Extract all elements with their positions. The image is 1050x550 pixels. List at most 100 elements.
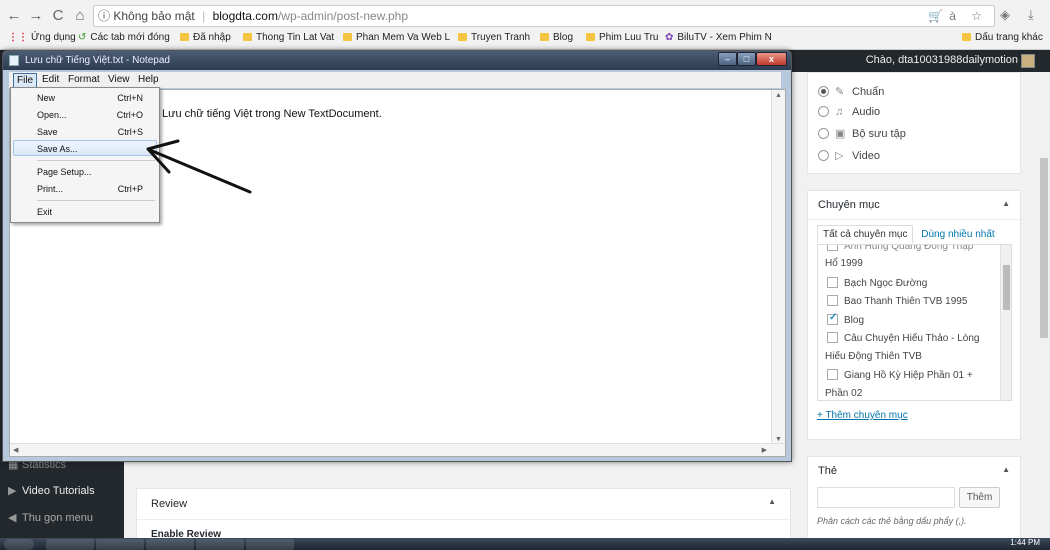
- vertical-scrollbar[interactable]: ▲ ▼: [771, 90, 785, 445]
- format-option-video[interactable]: ▷ Video: [818, 149, 880, 162]
- taskbar-app[interactable]: [146, 539, 194, 550]
- scroll-thumb[interactable]: [1003, 265, 1010, 310]
- tags-title[interactable]: Thẻ ▲: [808, 457, 1020, 485]
- maximize-button[interactable]: □: [737, 52, 756, 66]
- review-title[interactable]: Review ▲: [137, 489, 790, 520]
- bookmark-blog[interactable]: Blog: [540, 32, 573, 43]
- bookmark-apps[interactable]: ⋮⋮ Ứng dụng: [8, 32, 76, 43]
- gallery-icon: ▣: [835, 128, 846, 140]
- menu-file[interactable]: File: [13, 73, 38, 88]
- scroll-left-icon[interactable]: ◀: [13, 446, 18, 454]
- taskbar-app[interactable]: [46, 539, 94, 550]
- category-item[interactable]: Bao Thanh Thiên TVB 1995: [827, 295, 967, 307]
- category-checklist[interactable]: Anh Hùng Quảng Đông Thập Hổ 1999 Bạch Ng…: [817, 244, 1012, 401]
- category-item[interactable]: Anh Hùng Quảng Đông Thập: [827, 245, 973, 252]
- category-item-blog[interactable]: Blog: [827, 312, 864, 326]
- bookmark-recent-tabs[interactable]: ↺ Các tab mới đóng: [78, 32, 170, 43]
- checkbox[interactable]: [827, 295, 838, 306]
- menu-format[interactable]: Format: [65, 73, 103, 86]
- avatar[interactable]: [1021, 54, 1035, 68]
- notepad-titlebar[interactable]: Lưu chữ Tiếng Việt.txt - Notepad ‒ □ x: [3, 51, 791, 70]
- categories-title[interactable]: Chuyên mục ▲: [808, 191, 1020, 220]
- scroll-up-icon[interactable]: ▲: [772, 92, 785, 99]
- reload-icon[interactable]: C: [48, 6, 68, 26]
- add-tag-button[interactable]: Thêm: [959, 487, 1000, 508]
- format-option-standard[interactable]: ✎ Chuẩn: [818, 85, 884, 98]
- format-option-gallery[interactable]: ▣ Bộ sưu tập: [818, 127, 906, 140]
- checkbox[interactable]: [827, 332, 838, 343]
- menu-item-save[interactable]: Save Ctrl+S: [13, 124, 157, 140]
- horizontal-scrollbar[interactable]: ◀ ▶: [10, 443, 785, 456]
- bookmark-phim-luu-tru[interactable]: Phim Luu Tru: [586, 32, 658, 43]
- video-icon: ▷: [835, 150, 844, 162]
- bookmark-phan-mem[interactable]: Phan Mem Va Web L: [343, 32, 450, 43]
- tag-input[interactable]: [817, 487, 955, 508]
- menu-edit[interactable]: Edit: [39, 73, 62, 86]
- toggle-up-icon[interactable]: ▲: [1002, 465, 1010, 474]
- start-button[interactable]: [4, 539, 34, 550]
- bookmark-thong-tin[interactable]: Thong Tin Lat Vat: [243, 32, 334, 43]
- menu-item-new[interactable]: New Ctrl+N: [13, 90, 157, 106]
- folder-icon: [243, 33, 252, 41]
- shield-icon[interactable]: ◈: [1000, 7, 1010, 23]
- menu-item-exit[interactable]: Exit: [13, 204, 157, 220]
- windows-taskbar: 1:44 PM: [0, 538, 1050, 550]
- omnibox-icons[interactable]: 🛒à ☆: [928, 6, 988, 26]
- bookmark-bilutv[interactable]: ✿ BiluTV - Xem Phim N: [665, 32, 772, 43]
- format-option-audio[interactable]: ♫ Audio: [818, 106, 880, 118]
- folder-icon: [962, 33, 971, 41]
- music-icon: ♫: [835, 106, 844, 118]
- apps-icon: ⋮⋮: [8, 32, 28, 43]
- category-item[interactable]: Bạch Ngọc Đường: [827, 277, 927, 289]
- checkbox[interactable]: [827, 369, 838, 380]
- address-bar[interactable]: ⓘ Không bảo mật | blogdta.com/wp-admin/p…: [93, 5, 995, 27]
- back-icon[interactable]: ←: [4, 6, 24, 26]
- radio-button[interactable]: [818, 86, 829, 97]
- menu-item-print[interactable]: Print... Ctrl+P: [13, 181, 157, 197]
- checkbox[interactable]: [827, 277, 838, 288]
- menu-view[interactable]: View: [105, 73, 133, 86]
- category-item[interactable]: Câu Chuyện Hiếu Thảo - Lòng: [827, 332, 979, 344]
- radio-button[interactable]: [818, 128, 829, 139]
- toggle-up-icon[interactable]: ▲: [768, 497, 776, 506]
- menu-item-video-tutorials[interactable]: ▶ Video Tutorials: [8, 484, 95, 497]
- greeting-text[interactable]: Chào, dta10031988dailymotion: [866, 54, 1018, 66]
- download-icon[interactable]: ⤓: [1028, 7, 1034, 23]
- radio-button[interactable]: [818, 106, 829, 117]
- scroll-thumb[interactable]: [1040, 158, 1048, 338]
- menu-item-open[interactable]: Open... Ctrl+O: [13, 107, 157, 123]
- menu-item-save-as[interactable]: Save As...: [13, 140, 157, 156]
- taskbar-app[interactable]: [96, 539, 144, 550]
- checkbox[interactable]: [827, 245, 838, 251]
- video-icon: ▶: [8, 485, 17, 497]
- tab-all-categories[interactable]: Tất cả chuyên mục: [817, 225, 914, 243]
- taskbar-app[interactable]: [196, 539, 244, 550]
- checkbox-checked[interactable]: [827, 312, 838, 325]
- menu-help[interactable]: Help: [135, 73, 162, 86]
- add-category-link[interactable]: + Thêm chuyên mục: [817, 410, 908, 421]
- home-icon[interactable]: ⌂: [70, 6, 90, 26]
- info-icon[interactable]: ⓘ: [98, 9, 110, 23]
- bookmark-imported[interactable]: Đã nhập: [180, 32, 231, 43]
- scroll-down-icon[interactable]: ▼: [772, 436, 785, 443]
- translate-star-icons[interactable]: à ☆: [949, 9, 988, 23]
- toggle-up-icon[interactable]: ▲: [1002, 199, 1010, 208]
- category-scrollbar[interactable]: [1000, 245, 1011, 400]
- forward-icon[interactable]: →: [26, 6, 46, 26]
- radio-button[interactable]: [818, 150, 829, 161]
- page-scrollbar[interactable]: [1038, 72, 1050, 538]
- bookmark-truyen-tranh[interactable]: Truyen Tranh: [458, 32, 530, 43]
- taskbar-app[interactable]: [246, 539, 294, 550]
- tab-most-used[interactable]: Dùng nhiều nhất: [916, 226, 999, 243]
- clock[interactable]: 1:44 PM: [1010, 538, 1040, 547]
- category-item[interactable]: Giang Hồ Kỳ Hiệp Phần 01 +: [827, 369, 973, 381]
- collapse-menu-button[interactable]: ◀ Thu gọn menu: [8, 511, 93, 524]
- cart-icon[interactable]: 🛒: [928, 9, 949, 23]
- menu-separator: [37, 160, 155, 161]
- close-button[interactable]: x: [756, 52, 787, 66]
- bookmark-other[interactable]: Dấu trang khác: [962, 32, 1043, 43]
- minimize-button[interactable]: ‒: [718, 52, 737, 66]
- folder-icon: [458, 33, 467, 41]
- menu-item-page-setup[interactable]: Page Setup...: [13, 164, 157, 180]
- scroll-right-icon[interactable]: ▶: [762, 446, 767, 454]
